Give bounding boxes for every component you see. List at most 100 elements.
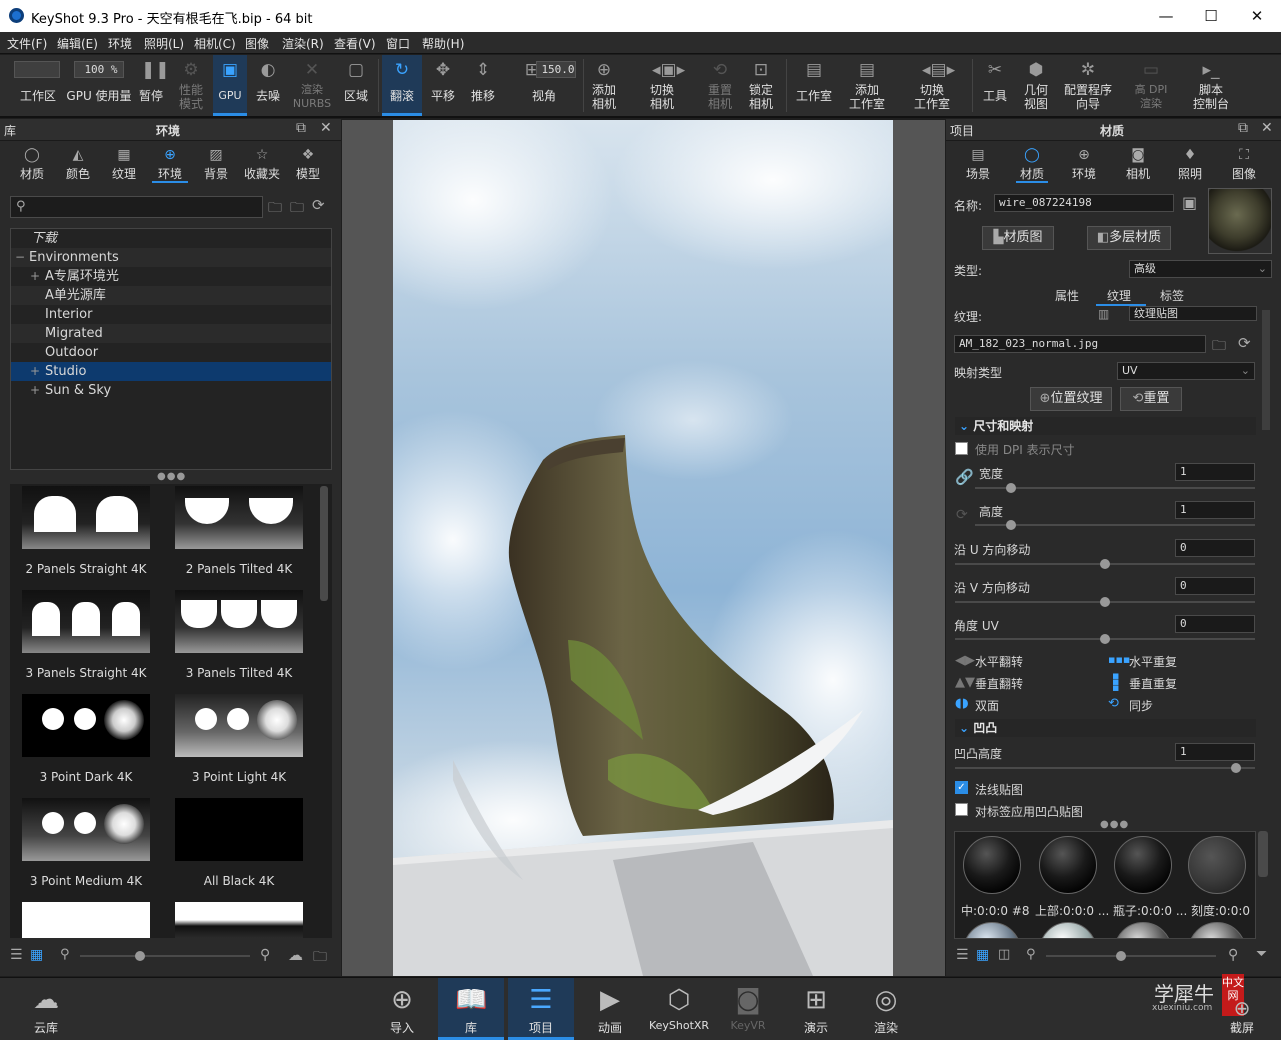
subtab-properties[interactable]: 属性 <box>1055 287 1079 304</box>
tools-button[interactable]: ✂ 工具 <box>978 55 1012 116</box>
height-slider[interactable] <box>975 520 1255 530</box>
tab-materials[interactable]: ◯ 材质 <box>12 145 52 181</box>
material-preview-thumbnail[interactable] <box>1208 188 1272 254</box>
list-view-icon[interactable]: ☰ <box>10 947 23 963</box>
menu-edit[interactable]: 编辑(E) <box>57 35 98 52</box>
tab-textures[interactable]: ▦ 纹理 <box>104 145 144 181</box>
width-input[interactable]: 1 <box>1175 463 1255 481</box>
two-sided-toggle[interactable]: 双面 <box>975 697 999 714</box>
flip-horizontal-toggle[interactable]: 水平翻转 <box>975 653 1023 670</box>
zoom-out-icon[interactable]: ⚲ <box>1026 947 1036 962</box>
gpu-toggle-button[interactable]: ▣ GPU <box>213 55 247 116</box>
use-dpi-checkbox[interactable] <box>955 442 968 455</box>
pause-button[interactable]: ❚❚ 暂停 <box>133 55 170 116</box>
gpu-usage-field[interactable]: 100 % <box>74 61 124 78</box>
save-material-icon[interactable]: ▣ <box>1182 193 1197 212</box>
project-dock-button[interactable]: ☰ 项目 <box>508 978 574 1040</box>
tab-colors[interactable]: ◭ 颜色 <box>58 145 98 181</box>
zoom-in-icon[interactable]: ⚲ <box>260 947 270 963</box>
tree-item-migrated[interactable]: Migrated <box>11 324 331 343</box>
bump-height-input[interactable]: 1 <box>1175 743 1255 761</box>
slider-knob[interactable] <box>1100 634 1110 644</box>
render-viewport[interactable] <box>342 120 945 976</box>
tumble-button[interactable]: ↻ 翻滚 <box>382 55 422 116</box>
cloud-library-button[interactable]: ☁ 云库 <box>20 978 72 1040</box>
slider-knob[interactable] <box>135 951 145 961</box>
zoom-in-icon[interactable]: ⚲ <box>1228 947 1238 963</box>
env-thumb-3-point-medium[interactable] <box>22 798 150 861</box>
slider-knob[interactable] <box>1006 520 1016 530</box>
shift-v-slider[interactable] <box>955 597 1255 607</box>
multi-material-button[interactable]: ◧多层材质 <box>1087 226 1171 250</box>
folder-open-icon[interactable]: 🗀 <box>1212 335 1226 359</box>
collapse-icon[interactable]: − <box>15 248 25 267</box>
angle-uv-input[interactable]: 0 <box>1175 615 1255 633</box>
workspace-select[interactable] <box>14 61 60 78</box>
tab-environment[interactable]: ⊕ 环境 <box>1064 145 1104 181</box>
library-dock-button[interactable]: 📖 库 <box>438 978 504 1040</box>
env-thumb-3-point-light[interactable] <box>175 694 303 757</box>
subtab-textures[interactable]: 纹理 <box>1107 287 1131 304</box>
menu-view[interactable]: 查看(V) <box>334 35 376 52</box>
env-thumb-3-point-dark[interactable] <box>22 694 150 757</box>
shift-u-input[interactable]: 0 <box>1175 539 1255 557</box>
shift-v-input[interactable]: 0 <box>1175 577 1255 595</box>
width-slider[interactable] <box>975 483 1255 493</box>
region-button[interactable]: ▢ 区域 <box>338 55 374 116</box>
tree-item-a-exclusive-env[interactable]: + A专属环境光 <box>11 267 331 286</box>
tree-item-interior[interactable]: Interior <box>11 305 331 324</box>
screenshot-button[interactable]: ⊕ 截屏 <box>1218 978 1266 1040</box>
cloud-upload-icon[interactable]: ☁ <box>288 946 303 964</box>
thumbnail-size-slider[interactable] <box>1046 951 1216 961</box>
tab-camera[interactable]: ◙ 相机 <box>1118 145 1158 181</box>
material-sphere[interactable] <box>963 836 1021 894</box>
render-image[interactable] <box>393 120 893 976</box>
zoom-out-icon[interactable]: ⚲ <box>60 947 70 962</box>
material-sphere[interactable] <box>1188 836 1246 894</box>
env-thumb-partial[interactable] <box>22 902 150 938</box>
tree-item-environments[interactable]: − Environments <box>11 248 331 267</box>
tab-backplates[interactable]: ▨ 背景 <box>196 145 236 181</box>
splitter-handle[interactable]: ●●● <box>1100 819 1129 830</box>
section-bump[interactable]: ⌄ 凹凸 <box>955 719 1256 737</box>
flip-vertical-toggle[interactable]: 垂直翻转 <box>975 675 1023 692</box>
high-dpi-render-button[interactable]: ▭ 高 DPI 渲染 <box>1130 55 1172 116</box>
expand-icon[interactable]: + <box>30 267 40 286</box>
denoise-button[interactable]: ◐ 去噪 <box>250 55 286 116</box>
slider-knob[interactable] <box>1116 951 1126 961</box>
fov-field[interactable]: 150.0 <box>536 61 576 78</box>
material-sphere[interactable] <box>1114 922 1172 938</box>
reset-texture-button[interactable]: ⟲重置 <box>1120 387 1182 411</box>
env-thumb-all-black[interactable] <box>175 798 303 861</box>
env-thumb-3-panels-straight[interactable] <box>22 590 150 653</box>
pan-button[interactable]: ✥ 平移 <box>424 55 462 116</box>
geometry-view-button[interactable]: ⬢ 几何 视图 <box>1018 55 1054 116</box>
material-graph-button[interactable]: ▙材质图 <box>982 226 1054 250</box>
menu-window[interactable]: 窗口 <box>386 35 410 52</box>
material-filter-icon[interactable]: ◫ <box>998 947 1010 962</box>
slider-knob[interactable] <box>1100 597 1110 607</box>
script-console-button[interactable]: ▸_ 脚本 控制台 <box>1188 55 1234 116</box>
material-type-select[interactable]: 高级 ⌄ <box>1129 260 1272 278</box>
material-grid-scrollbar[interactable] <box>1258 831 1268 877</box>
repeat-vertical-toggle[interactable]: 垂直重复 <box>1129 675 1177 692</box>
normal-map-checkbox[interactable]: ✓ <box>955 781 968 794</box>
reset-camera-button[interactable]: ⟲ 重置 相机 <box>702 55 738 116</box>
bump-height-slider[interactable] <box>955 763 1255 773</box>
keyvr-button[interactable]: ◙ KeyVR <box>722 978 774 1040</box>
angle-uv-slider[interactable] <box>955 634 1255 644</box>
tree-item-outdoor[interactable]: Outdoor <box>11 343 331 362</box>
grid-view-icon[interactable]: ▦ <box>30 947 43 963</box>
position-texture-button[interactable]: ⊕位置纹理 <box>1030 387 1112 411</box>
gpu-usage-control[interactable]: 100 % GPU 使用量 <box>66 55 132 116</box>
env-thumb-2-panels-straight[interactable] <box>22 486 150 549</box>
slider-knob[interactable] <box>1006 483 1016 493</box>
folder-open-icon[interactable]: 🗀 <box>268 197 282 221</box>
menu-help[interactable]: 帮助(H) <box>422 35 464 52</box>
studio-button[interactable]: ▤ 工作室 <box>792 55 836 116</box>
tree-item-downloads[interactable]: 下载 <box>11 229 331 248</box>
tab-environments[interactable]: ⊕ 环境 <box>148 145 192 183</box>
mapping-type-select[interactable]: UV ⌄ <box>1117 362 1255 380</box>
material-sphere[interactable] <box>1039 836 1097 894</box>
animation-button[interactable]: ▶ 动画 <box>584 978 636 1040</box>
